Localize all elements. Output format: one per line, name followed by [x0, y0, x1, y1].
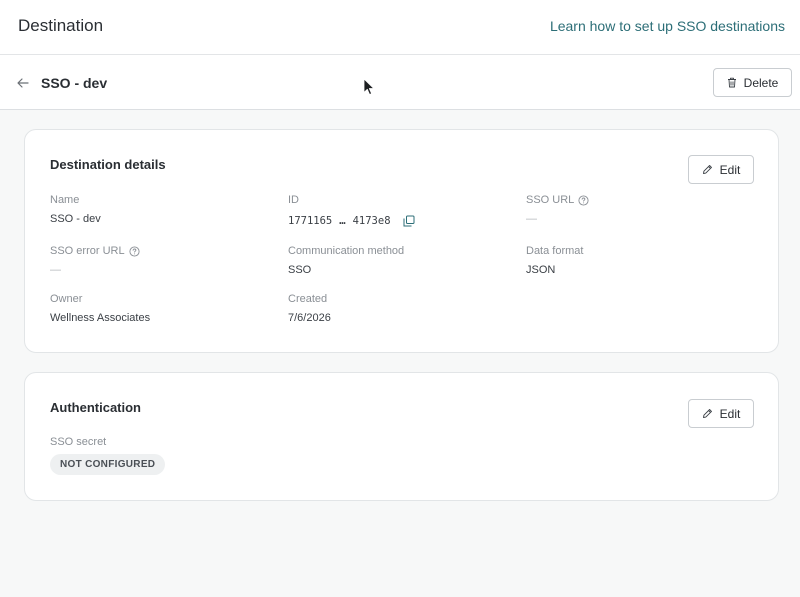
communication-method-label: Communication method	[288, 245, 405, 257]
pencil-icon	[702, 165, 712, 174]
sso-error-url-label-text: SSO error URL	[50, 245, 125, 257]
communication-method-field: Communication method SSO	[288, 245, 404, 276]
owner-value: Wellness Associates	[50, 312, 151, 324]
name-label: Name	[50, 194, 80, 206]
sso-error-url-label: SSO error URL	[50, 245, 140, 257]
sso-error-url-field: SSO error URL —	[50, 245, 140, 276]
help-circle-icon[interactable]	[129, 245, 140, 257]
sso-url-label: SSO URL	[526, 194, 589, 206]
authentication-card: Authentication Edit SSO secret NOT CONFI…	[24, 372, 779, 501]
sso-error-url-value: —	[50, 264, 61, 276]
destination-name: SSO - dev	[41, 75, 108, 91]
owner-label: Owner	[50, 293, 83, 305]
id-value-end: 4173e8	[352, 215, 391, 227]
id-value-ellipsis: …	[339, 215, 346, 227]
delete-button[interactable]: Delete	[713, 68, 792, 97]
communication-method-value: SSO	[288, 264, 312, 276]
owner-field: Owner Wellness Associates	[50, 293, 150, 324]
edit-details-button[interactable]: Edit	[688, 155, 754, 184]
trash-icon	[727, 77, 736, 88]
created-value: 7/6/2026	[288, 312, 331, 324]
learn-sso-link[interactable]: Learn how to set up SSO destinations	[550, 18, 785, 34]
copy-id-button[interactable]	[403, 215, 415, 227]
destination-details-title: Destination details	[50, 157, 166, 172]
destination-details-card: Destination details Edit Name SSO - dev …	[24, 129, 779, 353]
id-field: ID 1771165 … 4173e8	[288, 194, 415, 227]
destination-toolbar: SSO - dev Delete	[0, 55, 800, 110]
copy-icon	[403, 215, 415, 227]
pencil-icon	[702, 409, 712, 418]
edit-authentication-button[interactable]: Edit	[688, 399, 754, 428]
page-title: Destination	[18, 16, 104, 35]
sso-secret-field: SSO secret NOT CONFIGURED	[50, 436, 166, 475]
created-label: Created	[288, 293, 328, 305]
sso-url-label-text: SSO URL	[526, 194, 575, 206]
edit-authentication-label: Edit	[719, 406, 741, 421]
sso-url-value: —	[526, 213, 537, 225]
id-value-start: 1771165	[288, 215, 333, 227]
id-value: 1771165 … 4173e8	[288, 215, 415, 227]
arrow-left-icon	[17, 78, 29, 88]
id-label: ID	[288, 194, 299, 206]
data-format-value: JSON	[526, 264, 556, 276]
data-format-label: Data format	[526, 245, 584, 257]
back-button[interactable]	[14, 74, 32, 92]
name-field: Name SSO - dev	[50, 194, 101, 225]
data-format-field: Data format JSON	[526, 245, 583, 276]
created-field: Created 7/6/2026	[288, 293, 331, 324]
help-circle-icon[interactable]	[578, 194, 589, 206]
name-value: SSO - dev	[50, 213, 101, 225]
sso-url-field: SSO URL —	[526, 194, 589, 225]
sso-secret-label: SSO secret	[50, 436, 107, 448]
authentication-title: Authentication	[50, 400, 141, 415]
edit-details-label: Edit	[719, 162, 741, 177]
status-badge: NOT CONFIGURED	[50, 454, 166, 475]
delete-label: Delete	[743, 75, 779, 90]
mouse-cursor-icon	[363, 78, 375, 95]
page-header: Destination Learn how to set up SSO dest…	[0, 0, 800, 55]
